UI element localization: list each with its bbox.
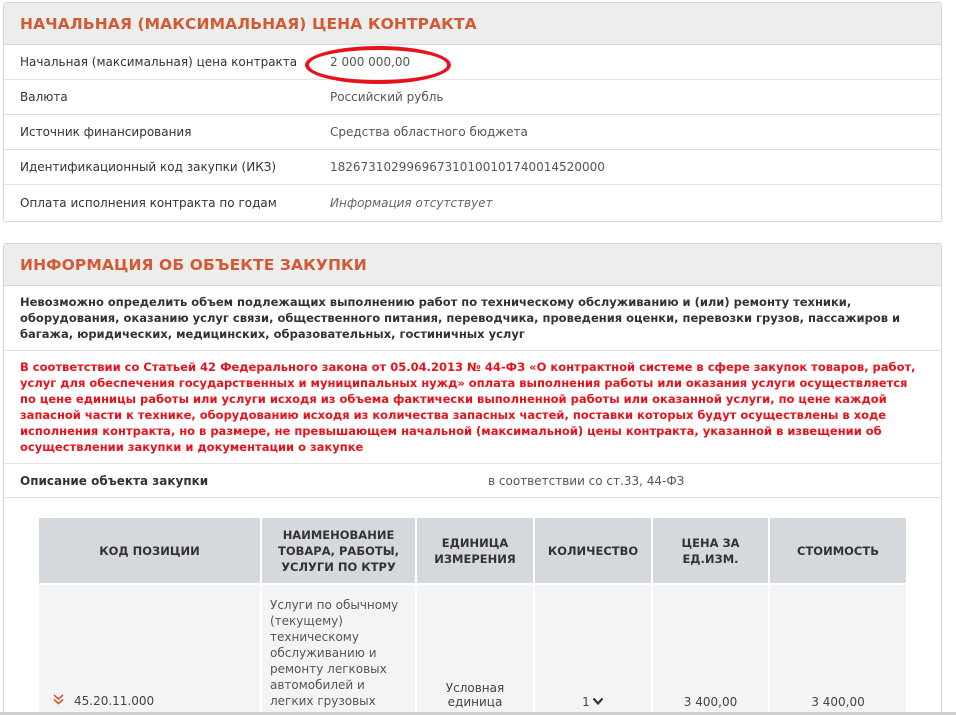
funding-source-value: Средства областного бюджета bbox=[330, 125, 528, 139]
initial-price-label: Начальная (максимальная) цена контракта bbox=[20, 55, 298, 69]
initial-price-value: 2 000 000,00 bbox=[330, 55, 411, 69]
chevron-down-icon[interactable] bbox=[592, 695, 604, 709]
description-label: Описание объекта закупки bbox=[20, 473, 209, 488]
cell-unit: Условная единица bbox=[416, 583, 535, 715]
cell-name: Услуги по обычному (текущему) техническо… bbox=[261, 583, 417, 715]
purchase-id-label: Идентификационный код закупки (ИКЗ) bbox=[20, 160, 277, 174]
object-section-title: ИНФОРМАЦИЯ ОБ ОБЪЕКТЕ ЗАКУПКИ bbox=[20, 255, 367, 274]
header-quantity: КОЛИЧЕСТВО bbox=[534, 518, 653, 584]
table-row: 45.20.11.000 Услуги по обычному (текущем… bbox=[39, 583, 906, 715]
price-section-header: НАЧАЛЬНАЯ (МАКСИМАЛЬНАЯ) ЦЕНА КОНТРАКТА bbox=[4, 3, 941, 45]
double-chevron-down-icon[interactable] bbox=[53, 694, 64, 709]
currency-label: Валюта bbox=[20, 90, 68, 104]
funding-source-label: Источник финансирования bbox=[20, 125, 192, 139]
payment-by-year-label: Оплата исполнения контракта по годам bbox=[20, 195, 277, 210]
cell-quantity: 1 bbox=[534, 583, 653, 715]
row-funding-source: Источник финансирования Средства областн… bbox=[4, 115, 941, 150]
header-unit: ЕДИНИЦА ИЗМЕРЕНИЯ bbox=[416, 518, 535, 584]
quantity-value: 1 bbox=[582, 695, 590, 709]
header-price: ЦЕНА ЗА ЕД.ИЗМ. bbox=[652, 518, 770, 584]
header-code: КОД ПОЗИЦИИ bbox=[39, 518, 262, 584]
position-code: 45.20.11.000 bbox=[74, 694, 155, 708]
row-currency: Валюта Российский рубль bbox=[4, 80, 941, 115]
row-purchase-id: Идентификационный код закупки (ИКЗ) 1826… bbox=[4, 150, 941, 185]
payment-by-year-value: Информация отсутствует bbox=[330, 195, 493, 210]
cell-code: 45.20.11.000 bbox=[39, 583, 262, 715]
law-notice: В соответствии со Статьей 42 Федеральног… bbox=[4, 351, 941, 464]
object-section-header: ИНФОРМАЦИЯ ОБ ОБЪЕКТЕ ЗАКУПКИ bbox=[4, 244, 941, 286]
table-header-row: КОД ПОЗИЦИИ НАИМЕНОВАНИЕ ТОВАРА, РАБОТЫ,… bbox=[39, 518, 906, 584]
positions-table: КОД ПОЗИЦИИ НАИМЕНОВАНИЕ ТОВАРА, РАБОТЫ,… bbox=[39, 518, 906, 715]
description-row: Описание объекта закупки в соответствии … bbox=[4, 464, 941, 498]
description-value: в соответствии со ст.33, 44-ФЗ bbox=[488, 473, 685, 488]
currency-value: Российский рубль bbox=[330, 90, 444, 104]
cell-cost: 3 400,00 bbox=[769, 583, 906, 715]
positions-table-wrap: КОД ПОЗИЦИИ НАИМЕНОВАНИЕ ТОВАРА, РАБОТЫ,… bbox=[39, 518, 906, 715]
object-section: ИНФОРМАЦИЯ ОБ ОБЪЕКТЕ ЗАКУПКИ Невозможно… bbox=[3, 243, 942, 715]
header-name: НАИМЕНОВАНИЕ ТОВАРА, РАБОТЫ, УСЛУГИ ПО К… bbox=[261, 518, 417, 584]
price-section-title: НАЧАЛЬНАЯ (МАКСИМАЛЬНАЯ) ЦЕНА КОНТРАКТА bbox=[20, 14, 477, 33]
volume-notice: Невозможно определить объем подлежащих в… bbox=[4, 286, 941, 351]
row-initial-price: Начальная (максимальная) цена контракта … bbox=[4, 45, 941, 80]
row-payment-by-year: Оплата исполнения контракта по годам Инф… bbox=[4, 185, 941, 220]
header-cost: СТОИМОСТЬ bbox=[769, 518, 906, 584]
cell-price: 3 400,00 bbox=[652, 583, 770, 715]
price-section: НАЧАЛЬНАЯ (МАКСИМАЛЬНАЯ) ЦЕНА КОНТРАКТА … bbox=[3, 2, 942, 222]
purchase-id-value: 182673102996967310100101740014520000 bbox=[330, 160, 605, 174]
